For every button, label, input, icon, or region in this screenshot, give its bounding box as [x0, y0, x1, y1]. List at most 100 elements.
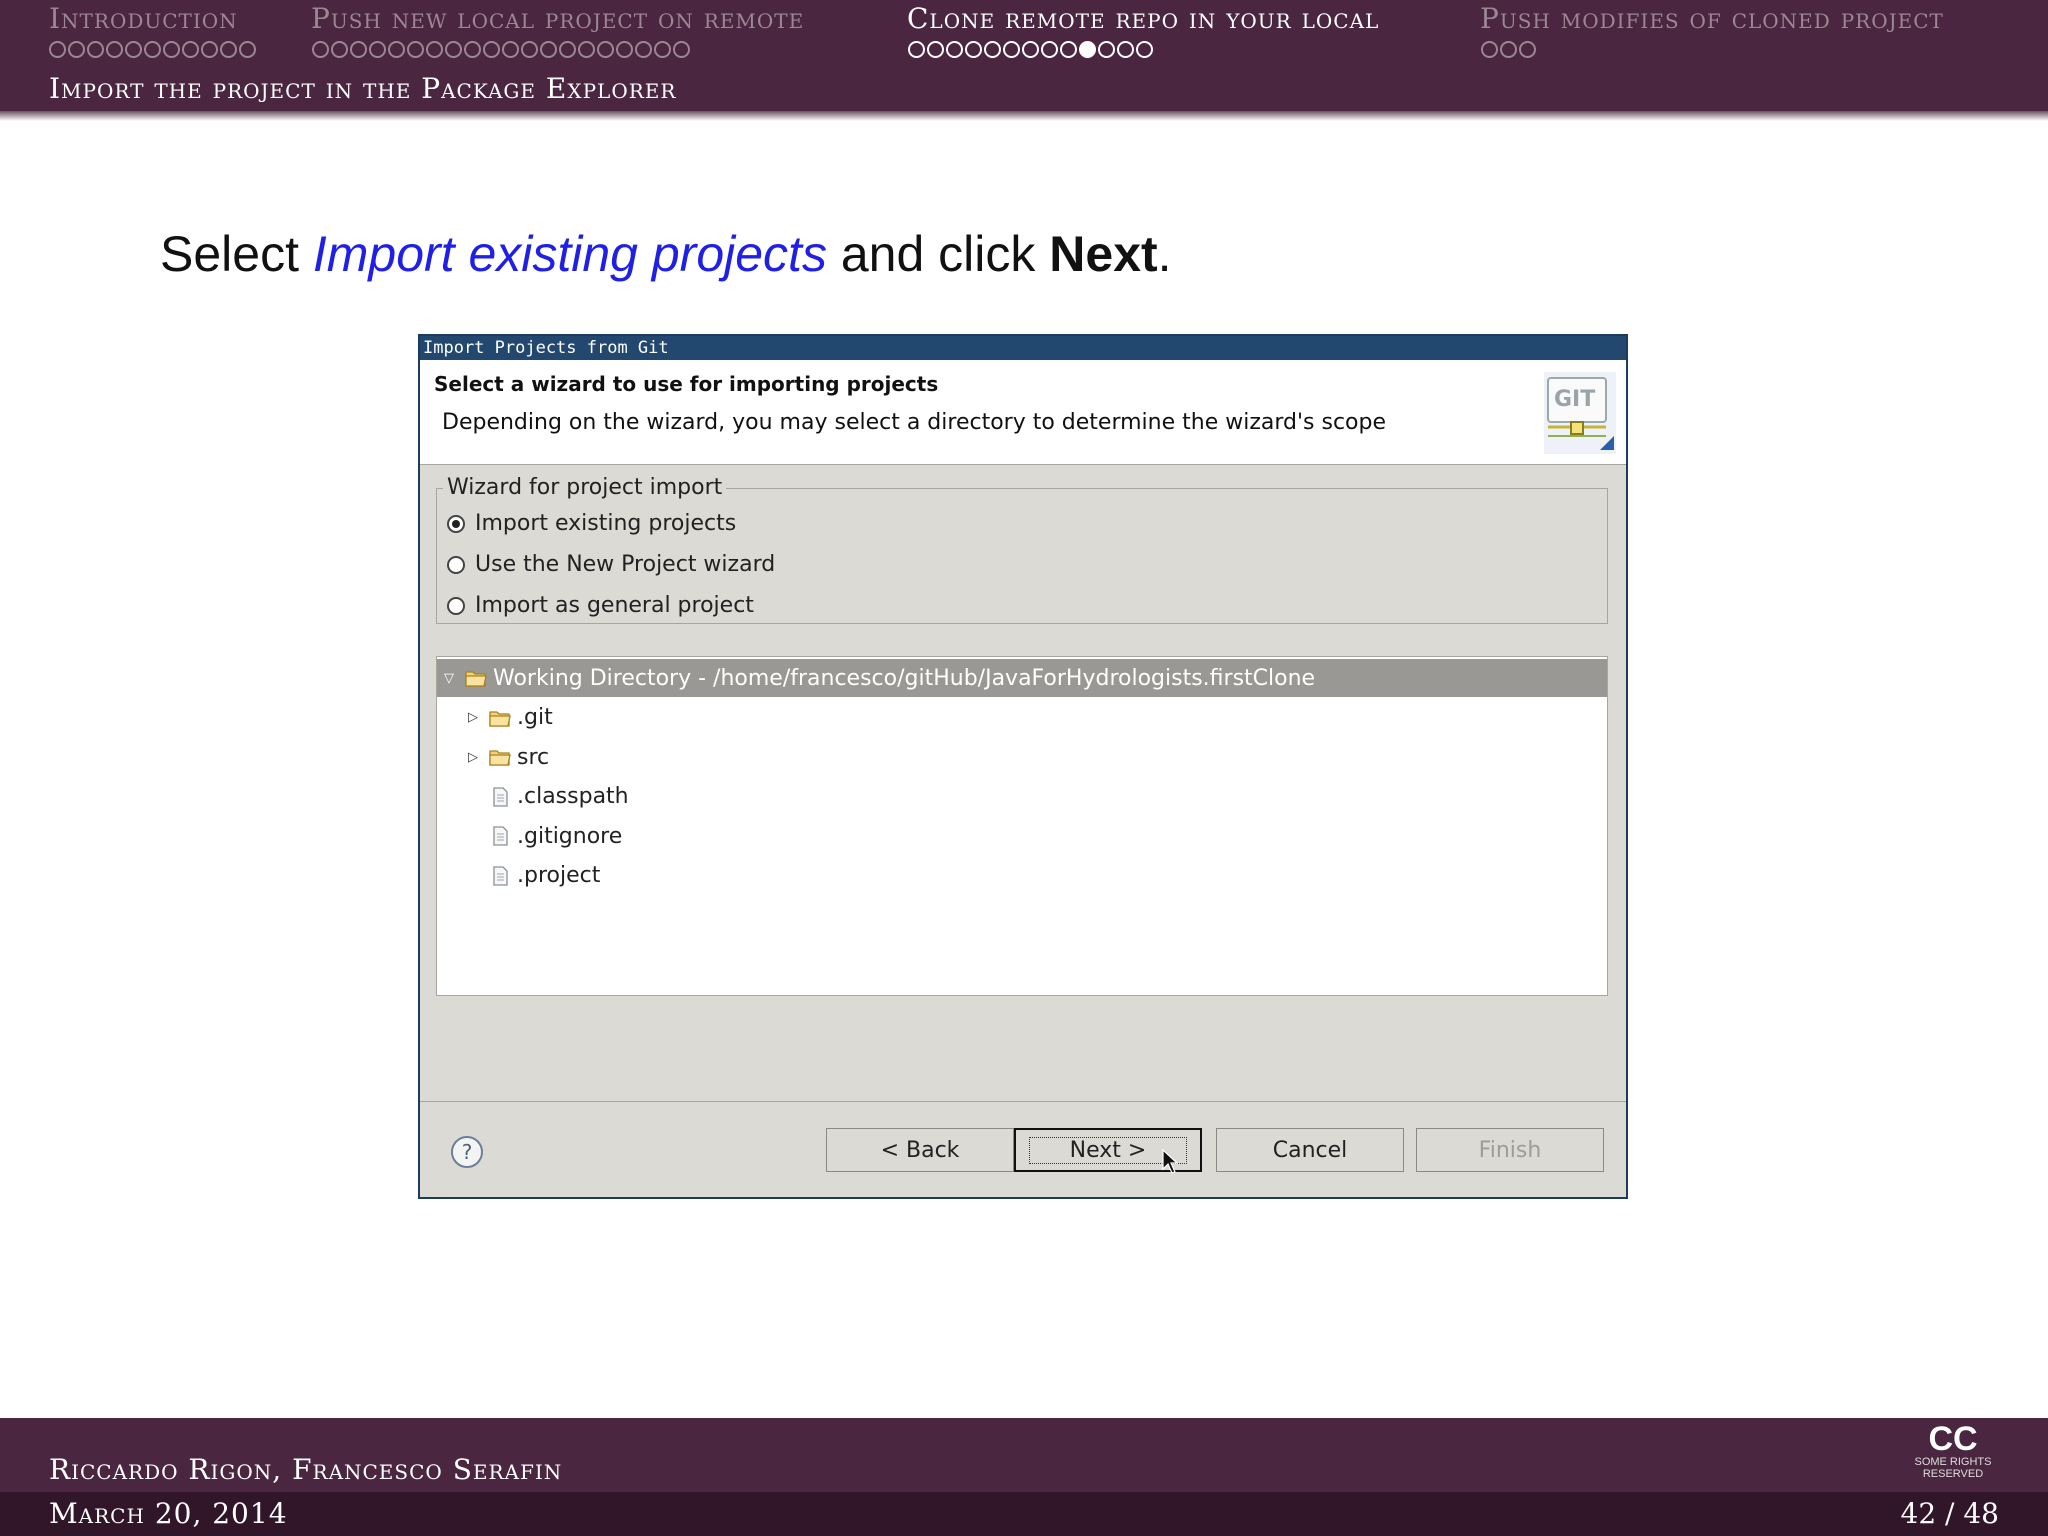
wizard-group: Wizard for project import Import existin… — [436, 475, 1608, 624]
nav-dot[interactable] — [239, 41, 256, 58]
nav-dot[interactable] — [654, 41, 671, 58]
footer-lower-band — [0, 1492, 2048, 1536]
nav-dot[interactable] — [163, 41, 180, 58]
nav-dots-introduction — [49, 41, 256, 63]
nav-dot[interactable] — [407, 41, 424, 58]
nav-dot[interactable] — [1136, 41, 1153, 58]
nav-section-push-modifies[interactable]: Push modifies of cloned project — [1480, 2, 1944, 35]
nav-dot[interactable] — [540, 41, 557, 58]
headline-pre: Select — [160, 226, 313, 282]
radio-import-existing-projects[interactable] — [447, 514, 465, 533]
slide-footer: Riccardo Rigon, Francesco Serafin March … — [0, 1418, 2048, 1536]
nav-dot[interactable] — [49, 41, 66, 58]
file-icon — [493, 786, 508, 807]
nav-dot[interactable] — [984, 41, 1001, 58]
nav-dot[interactable] — [483, 41, 500, 58]
nav-dot[interactable] — [1519, 41, 1536, 58]
tree-item[interactable]: ▷ src — [437, 738, 1607, 776]
nav-section-introduction[interactable]: Introduction — [49, 2, 238, 35]
nav-dot[interactable] — [559, 41, 576, 58]
option-import-existing-projects[interactable]: Import existing projects — [447, 511, 736, 536]
dialog-footer-separator — [420, 1101, 1626, 1102]
tree-item-label: .project — [517, 863, 601, 888]
collapsed-arrow-icon[interactable]: ▷ — [465, 750, 481, 765]
tree-item-label: .gitignore — [517, 823, 623, 849]
collapsed-arrow-icon[interactable]: ▷ — [465, 710, 481, 725]
nav-dot[interactable] — [1098, 41, 1115, 58]
working-directory-tree[interactable]: ▽ Working Directory - /home/francesco/git… — [436, 656, 1608, 996]
nav-dot[interactable] — [220, 41, 237, 58]
cancel-button[interactable]: Cancel — [1216, 1128, 1404, 1172]
folder-icon — [489, 750, 511, 766]
nav-dot[interactable] — [502, 41, 519, 58]
radio-use-new-project-wizard[interactable] — [447, 555, 465, 574]
nav-dot[interactable] — [312, 41, 329, 58]
nav-dot[interactable] — [673, 41, 690, 58]
nav-dot[interactable] — [1003, 41, 1020, 58]
nav-dot[interactable] — [201, 41, 218, 58]
nav-dot[interactable] — [578, 41, 595, 58]
radio-import-general-project[interactable] — [447, 596, 465, 615]
nav-dot[interactable] — [350, 41, 367, 58]
tree-item[interactable]: ▷ .git — [437, 699, 1607, 737]
git-logo-text: GIT — [1554, 387, 1595, 412]
tree-item-label: src — [517, 744, 550, 770]
folder-icon — [489, 710, 511, 727]
option-import-general-project[interactable]: Import as general project — [447, 593, 754, 618]
nav-dot[interactable] — [445, 41, 462, 58]
wizard-group-label: Wizard for project import — [443, 475, 727, 500]
nav-dot[interactable] — [464, 41, 481, 58]
nav-dot[interactable] — [426, 41, 443, 58]
tree-item[interactable]: .gitignore — [437, 817, 1607, 855]
option-label: Use the New Project wizard — [475, 552, 776, 577]
nav-dot[interactable] — [369, 41, 386, 58]
nav-dot[interactable] — [521, 41, 538, 58]
nav-dot[interactable] — [908, 41, 925, 58]
nav-dot[interactable] — [927, 41, 944, 58]
nav-dot[interactable] — [1079, 41, 1096, 58]
nav-section-clone-remote-repo[interactable]: Clone remote repo in your local — [907, 2, 1379, 35]
nav-dot[interactable] — [1481, 41, 1498, 58]
nav-dot[interactable] — [946, 41, 963, 58]
nav-dot[interactable] — [388, 41, 405, 58]
nav-dot[interactable] — [331, 41, 348, 58]
nav-dot[interactable] — [965, 41, 982, 58]
nav-dot[interactable] — [87, 41, 104, 58]
nav-dot[interactable] — [1060, 41, 1077, 58]
dialog-header-title: Select a wizard to use for importing pro… — [434, 372, 939, 396]
nav-dots-clone-remote-repo — [908, 41, 1153, 63]
nav-dot[interactable] — [182, 41, 199, 58]
nav-dot[interactable] — [1500, 41, 1517, 58]
headline-highlight: Import existing projects — [312, 226, 827, 282]
nav-dot[interactable] — [144, 41, 161, 58]
footer-page-number: 42 / 48 — [1900, 1497, 2000, 1530]
nav-dot[interactable] — [1117, 41, 1134, 58]
tree-item-label: .classpath — [517, 784, 629, 809]
svg-text:?: ? — [462, 1140, 473, 1164]
nav-dot[interactable] — [1022, 41, 1039, 58]
nav-dot[interactable] — [106, 41, 123, 58]
tree-item[interactable]: .classpath — [437, 778, 1607, 816]
nav-dot[interactable] — [616, 41, 633, 58]
mouse-cursor-icon — [1162, 1149, 1178, 1174]
option-use-new-project-wizard[interactable]: Use the New Project wizard — [447, 552, 775, 577]
nav-dots-push-modifies — [1481, 41, 1536, 63]
file-icon — [493, 865, 508, 886]
help-icon[interactable]: ? — [450, 1135, 484, 1169]
tree-item[interactable]: ▽ Working Directory - /home/francesco/git… — [437, 659, 1607, 697]
nav-dot[interactable] — [597, 41, 614, 58]
import-projects-dialog: Import Projects from Git Select a wizard… — [418, 334, 1628, 1199]
finish-button: Finish — [1416, 1128, 1604, 1172]
dialog-titlebar[interactable]: Import Projects from Git — [420, 336, 1626, 360]
nav-dot[interactable] — [635, 41, 652, 58]
back-button-label: < Back — [880, 1137, 960, 1163]
expanded-arrow-icon[interactable]: ▽ — [441, 671, 457, 686]
cc-rights-text: SOME RIGHTS RESERVED — [1914, 1456, 1992, 1480]
nav-dot[interactable] — [125, 41, 142, 58]
tree-item[interactable]: .project — [437, 857, 1607, 895]
cancel-button-label: Cancel — [1272, 1137, 1348, 1163]
back-button[interactable]: < Back — [826, 1128, 1014, 1172]
nav-section-push-new-local-project[interactable]: Push new local project on remote — [311, 2, 804, 35]
nav-dot[interactable] — [1041, 41, 1058, 58]
nav-dot[interactable] — [68, 41, 85, 58]
